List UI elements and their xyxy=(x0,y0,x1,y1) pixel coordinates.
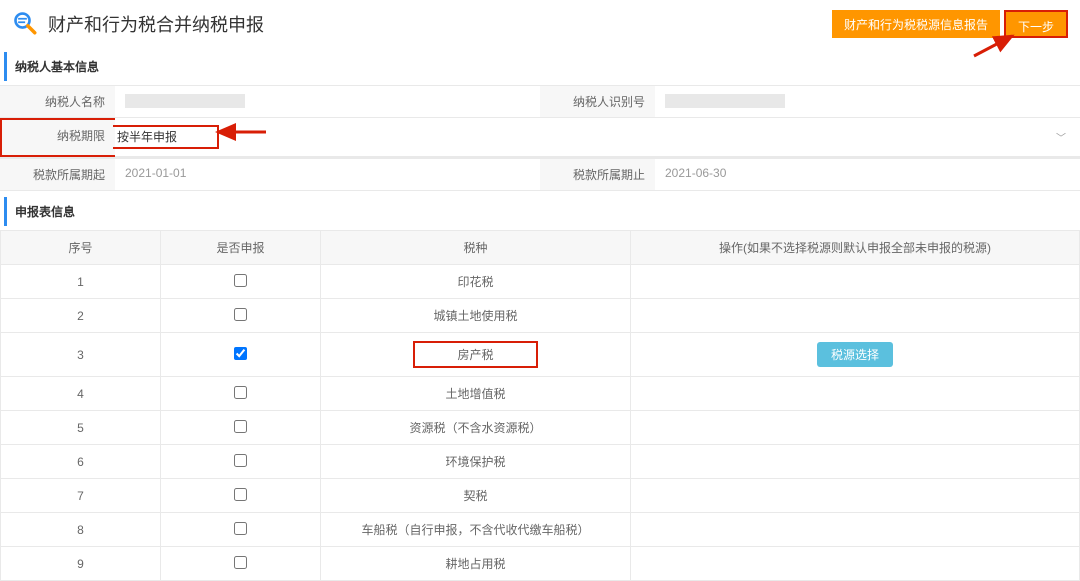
cell-check xyxy=(161,445,321,479)
tax-source-report-button[interactable]: 财产和行为税税源信息报告 xyxy=(832,10,1000,38)
label-period-start: 税款所属期起 xyxy=(0,159,115,191)
col-header-check: 是否申报 xyxy=(161,231,321,265)
cell-tax-type: 城镇土地使用税 xyxy=(321,299,631,333)
tax-period-selected: 按半年申报 xyxy=(113,125,219,149)
declare-checkbox[interactable] xyxy=(234,488,247,501)
declare-checkbox[interactable] xyxy=(234,308,247,321)
cell-check xyxy=(161,265,321,299)
table-row: 3 房产税 税源选择 xyxy=(1,333,1080,377)
value-taxpayer-name xyxy=(115,86,540,118)
table-row: 5 资源税（不含水资源税） xyxy=(1,411,1080,445)
cell-seq: 3 xyxy=(1,333,161,377)
col-header-action: 操作(如果不选择税源则默认申报全部未申报的税源) xyxy=(631,231,1080,265)
declare-checkbox[interactable] xyxy=(234,420,247,433)
cell-check xyxy=(161,299,321,333)
tax-period-row[interactable]: 纳税期限 按半年申报 ﹀ xyxy=(0,118,1080,158)
section-title-taxpayer: 纳税人基本信息 xyxy=(4,52,1080,81)
value-period-end: 2021-06-30 xyxy=(655,159,1080,191)
cell-check xyxy=(161,513,321,547)
cell-action xyxy=(631,377,1080,411)
next-step-button[interactable]: 下一步 xyxy=(1004,10,1068,38)
cell-check xyxy=(161,411,321,445)
label-taxpayer-name: 纳税人名称 xyxy=(0,86,115,118)
cell-action xyxy=(631,513,1080,547)
cell-tax-type: 耕地占用税 xyxy=(321,547,631,581)
cell-seq: 1 xyxy=(1,265,161,299)
header-actions: 财产和行为税税源信息报告 下一步 xyxy=(832,10,1068,38)
table-row: 9 耕地占用税 xyxy=(1,547,1080,581)
highlighted-tax-type: 房产税 xyxy=(413,341,537,368)
cell-seq: 2 xyxy=(1,299,161,333)
cell-tax-type: 房产税 xyxy=(321,333,631,377)
declare-checkbox[interactable] xyxy=(234,274,247,287)
value-taxpayer-id xyxy=(655,86,1080,118)
label-taxpayer-id: 纳税人识别号 xyxy=(540,86,655,118)
declare-checkbox[interactable] xyxy=(234,347,247,360)
chevron-down-icon: ﹀ xyxy=(1056,130,1066,145)
cell-check xyxy=(161,479,321,513)
declare-checkbox[interactable] xyxy=(234,454,247,467)
cell-action xyxy=(631,411,1080,445)
table-row: 2 城镇土地使用税 xyxy=(1,299,1080,333)
cell-action: 税源选择 xyxy=(631,333,1080,377)
cell-check xyxy=(161,377,321,411)
table-row: 1 印花税 xyxy=(1,265,1080,299)
table-row: 4 土地增值税 xyxy=(1,377,1080,411)
select-tax-source-button[interactable]: 税源选择 xyxy=(817,342,893,367)
value-tax-period[interactable]: 按半年申报 ﹀ xyxy=(115,118,1080,157)
cell-check xyxy=(161,547,321,581)
cell-tax-type: 土地增值税 xyxy=(321,377,631,411)
cell-tax-type: 车船税（自行申报，不含代收代缴车船税） xyxy=(321,513,631,547)
table-row: 8 车船税（自行申报，不含代收代缴车船税） xyxy=(1,513,1080,547)
table-row: 6 环境保护税 xyxy=(1,445,1080,479)
col-header-seq: 序号 xyxy=(1,231,161,265)
cell-action xyxy=(631,547,1080,581)
cell-tax-type: 资源税（不含水资源税） xyxy=(321,411,631,445)
cell-seq: 6 xyxy=(1,445,161,479)
declare-checkbox[interactable] xyxy=(234,522,247,535)
cell-tax-type: 印花税 xyxy=(321,265,631,299)
section-title-declare: 申报表信息 xyxy=(4,197,1080,226)
cell-action xyxy=(631,479,1080,513)
cell-action xyxy=(631,299,1080,333)
col-header-type: 税种 xyxy=(321,231,631,265)
declare-checkbox[interactable] xyxy=(234,386,247,399)
declaration-table: 序号 是否申报 税种 操作(如果不选择税源则默认申报全部未申报的税源) 1 印花税… xyxy=(0,230,1080,581)
cell-seq: 4 xyxy=(1,377,161,411)
cell-tax-type: 契税 xyxy=(321,479,631,513)
declare-checkbox[interactable] xyxy=(234,556,247,569)
label-period-end: 税款所属期止 xyxy=(540,159,655,191)
tax-period-dates: 税款所属期起 2021-01-01 税款所属期止 2021-06-30 xyxy=(0,158,1080,191)
cell-seq: 5 xyxy=(1,411,161,445)
cell-seq: 9 xyxy=(1,547,161,581)
cell-tax-type: 环境保护税 xyxy=(321,445,631,479)
page-title: 财产和行为税合并纳税申报 xyxy=(48,11,264,37)
page-header: 财产和行为税合并纳税申报 财产和行为税税源信息报告 下一步 xyxy=(0,0,1080,46)
cell-seq: 7 xyxy=(1,479,161,513)
cell-action xyxy=(631,265,1080,299)
table-header-row: 序号 是否申报 税种 操作(如果不选择税源则默认申报全部未申报的税源) xyxy=(1,231,1080,265)
search-icon xyxy=(12,10,40,38)
value-period-start: 2021-01-01 xyxy=(115,159,540,191)
table-row: 7 契税 xyxy=(1,479,1080,513)
taxpayer-info-grid: 纳税人名称 纳税人识别号 xyxy=(0,85,1080,118)
cell-check xyxy=(161,333,321,377)
cell-seq: 8 xyxy=(1,513,161,547)
label-tax-period: 纳税期限 xyxy=(0,118,115,157)
cell-action xyxy=(631,445,1080,479)
